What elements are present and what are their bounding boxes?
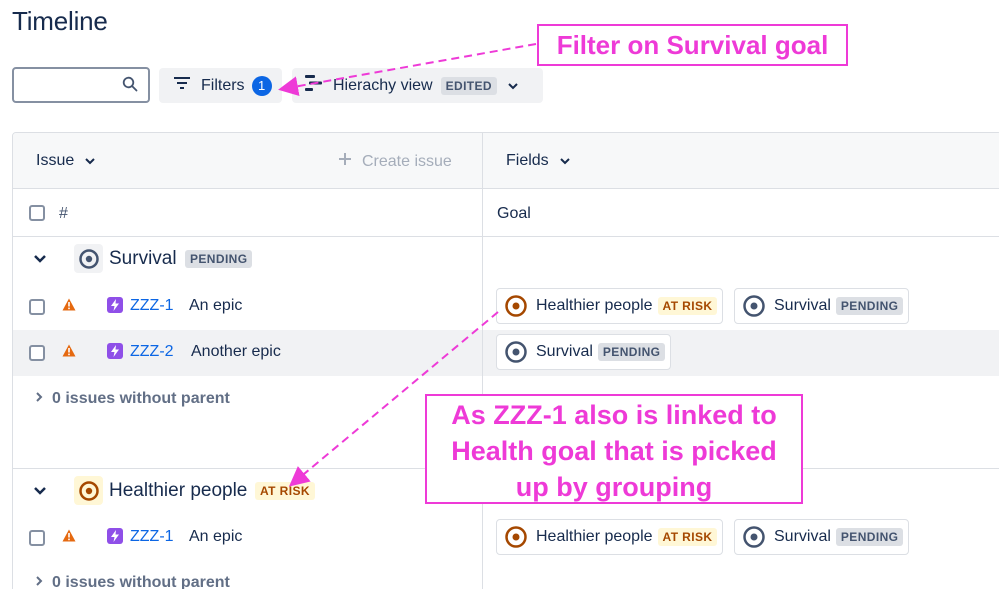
goal-name: Healthier people: [536, 528, 653, 545]
goal-pending-icon: [743, 526, 765, 548]
select-all-checkbox[interactable]: [29, 205, 45, 221]
warning-icon: [62, 529, 76, 547]
chevron-down-icon[interactable]: [33, 251, 47, 269]
goal-chip[interactable]: Healthier people AT RISK: [496, 288, 724, 324]
goal-chip[interactable]: Survival PENDING: [496, 334, 672, 370]
epic-icon: [107, 297, 123, 313]
annotation-filter-note: Filter on Survival goal: [537, 24, 848, 66]
filter-icon: [173, 76, 191, 95]
view-selector-button[interactable]: Hierachy view EDITED: [292, 68, 543, 103]
annotation-line: As ZZZ-1 also is linked to: [451, 400, 777, 430]
page-title: Timeline: [12, 6, 108, 36]
issue-key-link[interactable]: ZZZ-2: [130, 343, 174, 361]
status-badge: PENDING: [835, 297, 904, 315]
goal-pending-icon: [743, 295, 765, 317]
table-row[interactable]: ZZZ-1 An epic Healthier people AT RISK S…: [13, 515, 999, 561]
chevron-down-icon: [84, 152, 96, 170]
chevron-down-icon[interactable]: [33, 483, 47, 501]
issues-without-parent-label: 0 issues without parent: [52, 390, 230, 407]
group-row-survival[interactable]: Survival PENDING: [13, 237, 482, 281]
status-badge: PENDING: [185, 250, 253, 268]
issue-summary: An epic: [189, 528, 243, 545]
epic-icon: [107, 343, 123, 359]
goal-pending-icon: [74, 244, 103, 273]
status-badge: AT RISK: [255, 482, 315, 500]
table-row[interactable]: ZZZ-2 Another epic Survival PENDING: [13, 330, 999, 376]
goal-pending-icon: [505, 341, 527, 363]
fields-column-header[interactable]: Fields: [506, 152, 571, 170]
annotation-line: Health goal that is picked: [451, 436, 777, 466]
filters-button[interactable]: Filters 1: [159, 68, 282, 103]
filters-label: Filters: [201, 76, 245, 94]
goal-at-risk-icon: [505, 526, 527, 548]
issues-without-parent-toggle[interactable]: 0 issues without parent: [35, 574, 230, 589]
issues-without-parent-label: 0 issues without parent: [52, 574, 230, 589]
issue-summary: Another epic: [191, 343, 281, 360]
warning-icon: [62, 344, 76, 362]
row-checkbox[interactable]: [29, 530, 45, 546]
issue-key-link[interactable]: ZZZ-1: [130, 297, 174, 315]
number-column-label: #: [59, 205, 68, 222]
row-checkbox[interactable]: [29, 345, 45, 361]
timeline-table: Issue Create issue Fields # Goal Surviva…: [12, 132, 999, 589]
group-row-healthier-people[interactable]: Healthier people AT RISK: [13, 469, 482, 513]
goal-name: Survival: [774, 528, 831, 545]
issue-key-link[interactable]: ZZZ-1: [130, 528, 174, 546]
issue-summary: An epic: [189, 297, 243, 314]
group-name: Survival: [109, 248, 177, 269]
goal-at-risk-icon: [74, 476, 103, 505]
search-input[interactable]: [20, 69, 120, 99]
status-badge: PENDING: [835, 528, 904, 546]
table-row[interactable]: ZZZ-1 An epic Healthier people AT RISK S…: [13, 284, 999, 330]
column-divider: [482, 133, 483, 589]
table-header: Issue Create issue Fields: [13, 133, 999, 189]
chevron-right-icon: [35, 574, 43, 589]
edited-badge: EDITED: [440, 76, 497, 95]
goal-column-label: Goal: [497, 205, 531, 222]
filters-count-badge: 1: [251, 75, 272, 96]
search-icon[interactable]: [122, 76, 138, 97]
plus-icon: [338, 152, 352, 171]
goal-name: Survival: [536, 343, 593, 360]
goal-chip[interactable]: Survival PENDING: [734, 288, 910, 324]
goal-at-risk-icon: [505, 295, 527, 317]
create-issue-label: Create issue: [362, 152, 452, 170]
hierarchy-icon: [304, 74, 324, 97]
chevron-right-icon: [35, 390, 43, 408]
chevron-down-icon: [507, 77, 519, 95]
goal-name: Survival: [774, 297, 831, 314]
goal-chip[interactable]: Healthier people AT RISK: [496, 519, 724, 555]
issue-header-label: Issue: [36, 152, 75, 169]
group-name: Healthier people: [109, 480, 248, 501]
annotation-grouping-note: As ZZZ-1 also is linked to Health goal t…: [425, 394, 803, 504]
warning-icon: [62, 298, 76, 316]
status-badge: AT RISK: [657, 528, 718, 546]
chevron-down-icon: [559, 152, 571, 170]
goal-name: Healthier people: [536, 297, 653, 314]
issue-column-header[interactable]: Issue: [36, 152, 96, 170]
row-checkbox[interactable]: [29, 299, 45, 315]
view-label: Hierachy view: [333, 76, 433, 94]
create-issue-button[interactable]: Create issue: [338, 152, 452, 171]
search-field[interactable]: [12, 67, 150, 103]
status-badge: AT RISK: [657, 297, 718, 315]
status-badge: PENDING: [597, 343, 666, 361]
fields-header-label: Fields: [506, 152, 549, 169]
annotation-line: up by grouping: [515, 472, 713, 502]
column-subheader: # Goal: [13, 190, 999, 237]
epic-icon: [107, 528, 123, 544]
issues-without-parent-toggle[interactable]: 0 issues without parent: [35, 390, 230, 408]
goal-chip[interactable]: Survival PENDING: [734, 519, 910, 555]
